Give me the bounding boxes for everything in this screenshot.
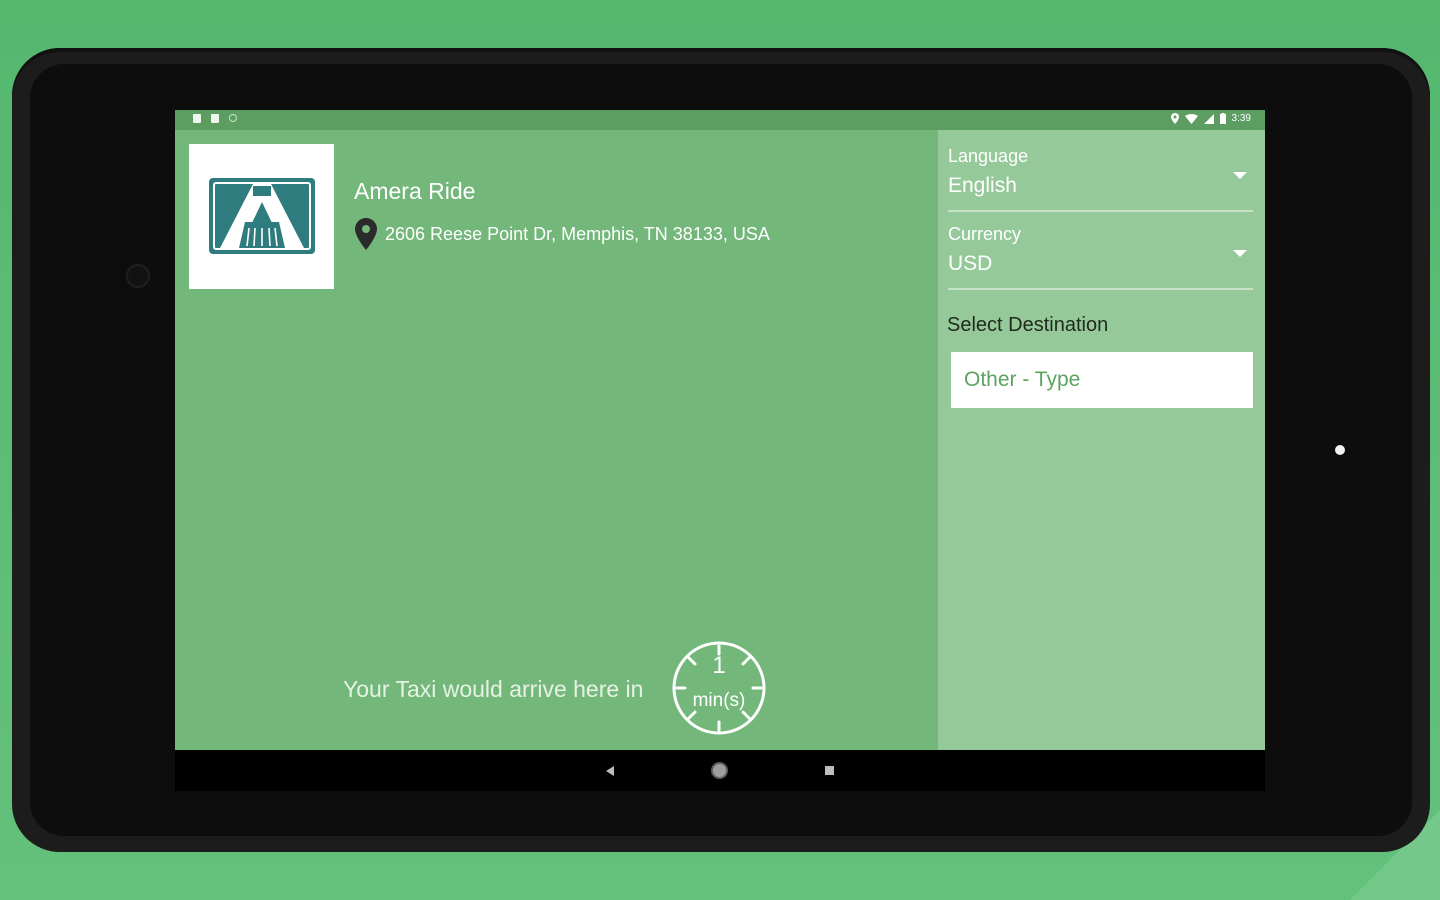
main-panel: Amera Ride 2606 Reese Point Dr, Memphis,… [175,130,938,750]
eta-timer: 1 min(s) [672,638,772,738]
location-status-icon [1170,113,1179,124]
app-screen: 3:39 Amera Ride 2606 Reese Point Dr, Mem… [175,110,1265,791]
pickup-address: 2606 Reese Point Dr, Memphis, TN 38133, … [385,223,770,244]
destination-label: Select Destination [947,314,1109,336]
sd-card-icon [211,114,219,123]
address-row: 2606 Reese Point Dr, Memphis, TN 38133, … [355,218,770,250]
status-bar: 3:39 [175,110,1265,130]
company-logo [189,144,334,289]
nav-recent-icon[interactable] [825,766,834,775]
notification-icon [193,114,201,123]
destination-input[interactable] [951,352,1253,408]
status-time: 3:39 [1231,113,1251,124]
language-label: Language [948,146,1029,166]
notification-icons [193,114,237,123]
nav-back-icon[interactable] [606,766,614,776]
eta-unit: min(s) [692,690,746,711]
wifi-icon [1184,113,1198,124]
sensor-dot [1335,445,1345,455]
currency-dropdown-arrow-icon[interactable] [1233,250,1247,257]
currency-underline [948,288,1253,290]
navigation-bar [175,750,1265,791]
camera-icon [126,264,150,288]
nav-home-icon[interactable] [713,764,726,777]
language-dropdown[interactable]: English [948,174,1017,198]
eta-minutes: 1 [712,652,726,679]
language-underline [948,210,1253,212]
settings-panel: Language English Currency USD Select Des… [938,130,1265,750]
location-pin-icon [355,218,377,250]
currency-dropdown[interactable]: USD [948,252,992,276]
language-dropdown-arrow-icon[interactable] [1233,172,1247,179]
sync-icon [229,114,237,122]
signal-icon [1203,113,1214,124]
eta-message: Your Taxi would arrive here in [343,676,644,702]
company-name: Amera Ride [354,178,476,204]
system-icons: 3:39 [1170,113,1251,124]
logo-icon [209,178,315,254]
currency-label: Currency [948,224,1022,244]
battery-icon [1219,113,1226,124]
